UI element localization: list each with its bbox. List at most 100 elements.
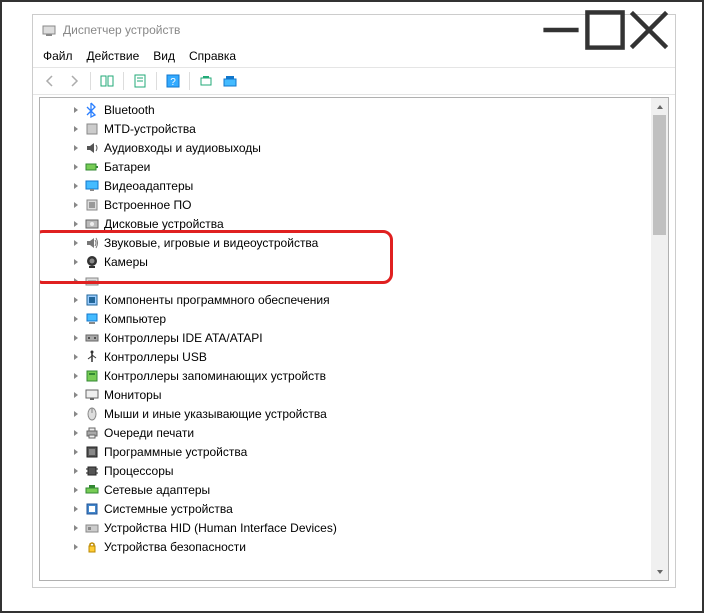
tree-item-label: Контроллеры IDE ATA/ATAPI: [104, 331, 263, 345]
tree-item[interactable]: Мониторы: [40, 385, 651, 404]
tree-item[interactable]: Процессоры: [40, 461, 651, 480]
bluetooth-icon: [84, 102, 100, 118]
expand-icon[interactable]: [70, 484, 82, 496]
tree-item[interactable]: Дисковые устройства: [40, 214, 651, 233]
svg-text:?: ?: [170, 77, 176, 88]
storage-icon: [84, 368, 100, 384]
titlebar[interactable]: Диспетчер устройств: [33, 15, 675, 45]
expand-icon[interactable]: [70, 123, 82, 135]
expand-icon[interactable]: [70, 199, 82, 211]
tree-item[interactable]: Видеоадаптеры: [40, 176, 651, 195]
show-hide-console-button[interactable]: [96, 70, 118, 92]
tree-item[interactable]: Bluetooth: [40, 100, 651, 119]
computer-icon: [84, 311, 100, 327]
tree-item[interactable]: Устройства безопасности: [40, 537, 651, 556]
expand-icon[interactable]: [70, 370, 82, 382]
tree-item-label: Мыши и иные указывающие устройства: [104, 407, 327, 421]
tree-item[interactable]: Батареи: [40, 157, 651, 176]
vertical-scrollbar[interactable]: [651, 98, 668, 580]
close-button[interactable]: [627, 16, 671, 44]
tree-panel: Bluetooth MTD-устройства Аудиовходы и ауди…: [39, 97, 669, 581]
expand-icon[interactable]: [70, 294, 82, 306]
tree-item[interactable]: Встроенное ПО: [40, 195, 651, 214]
expand-icon[interactable]: [70, 541, 82, 553]
tree-item-label: Программные устройства: [104, 445, 247, 459]
expand-icon[interactable]: [70, 275, 82, 287]
expand-icon[interactable]: [70, 446, 82, 458]
display-icon: [84, 178, 100, 194]
toolbar-separator: [189, 72, 190, 90]
expand-icon[interactable]: [70, 332, 82, 344]
properties-button[interactable]: [129, 70, 151, 92]
swdev-icon: [84, 444, 100, 460]
tree-item[interactable]: Контроллеры IDE ATA/ATAPI: [40, 328, 651, 347]
tree-item[interactable]: [40, 271, 651, 290]
tree-item[interactable]: Контроллеры запоминающих устройств: [40, 366, 651, 385]
tree-item[interactable]: Программные устройства: [40, 442, 651, 461]
tree-item[interactable]: Устройства HID (Human Interface Devices): [40, 518, 651, 537]
expand-icon[interactable]: [70, 218, 82, 230]
keyboard-icon: [84, 273, 100, 289]
tree-item[interactable]: Камеры: [40, 252, 651, 271]
add-legacy-hardware-button[interactable]: [219, 70, 241, 92]
menu-file[interactable]: Файл: [43, 49, 73, 63]
device-tree[interactable]: Bluetooth MTD-устройства Аудиовходы и ауди…: [40, 98, 651, 580]
tree-item-label: Компьютер: [104, 312, 166, 326]
network-icon: [84, 482, 100, 498]
expand-icon[interactable]: [70, 522, 82, 534]
tree-item[interactable]: Системные устройства: [40, 499, 651, 518]
tree-item[interactable]: Компьютер: [40, 309, 651, 328]
toolbar: ?: [33, 67, 675, 95]
menu-action[interactable]: Действие: [87, 49, 140, 63]
expand-icon[interactable]: [70, 427, 82, 439]
tree-item[interactable]: Очереди печати: [40, 423, 651, 442]
minimize-button[interactable]: [539, 16, 583, 44]
toolbar-separator: [156, 72, 157, 90]
scan-hardware-button[interactable]: [195, 70, 217, 92]
tree-item[interactable]: Аудиовходы и аудиовыходы: [40, 138, 651, 157]
menu-view[interactable]: Вид: [153, 49, 175, 63]
expand-icon[interactable]: [70, 256, 82, 268]
expand-icon[interactable]: [70, 161, 82, 173]
forward-button[interactable]: [63, 70, 85, 92]
help-button[interactable]: ?: [162, 70, 184, 92]
maximize-button[interactable]: [583, 16, 627, 44]
tree-item-label: Сетевые адаптеры: [104, 483, 210, 497]
expand-icon[interactable]: [70, 104, 82, 116]
audio-icon: [84, 140, 100, 156]
expand-icon[interactable]: [70, 313, 82, 325]
tree-item-label: Аудиовходы и аудиовыходы: [104, 141, 261, 155]
expand-icon[interactable]: [70, 142, 82, 154]
tree-item[interactable]: Звуковые, игровые и видеоустройства: [40, 233, 651, 252]
usb-icon: [84, 349, 100, 365]
scroll-up-button[interactable]: [651, 98, 668, 115]
tree-item[interactable]: Контроллеры USB: [40, 347, 651, 366]
sound-icon: [84, 235, 100, 251]
expand-icon[interactable]: [70, 237, 82, 249]
tree-item[interactable]: Сетевые адаптеры: [40, 480, 651, 499]
printer-icon: [84, 425, 100, 441]
expand-icon[interactable]: [70, 408, 82, 420]
back-button[interactable]: [39, 70, 61, 92]
scroll-down-button[interactable]: [651, 563, 668, 580]
menu-help[interactable]: Справка: [189, 49, 236, 63]
tree-item[interactable]: MTD-устройства: [40, 119, 651, 138]
expand-icon[interactable]: [70, 389, 82, 401]
tree-item-label: Bluetooth: [104, 103, 155, 117]
tree-item[interactable]: Компоненты программного обеспечения: [40, 290, 651, 309]
tree-item-label: Устройства HID (Human Interface Devices): [104, 521, 337, 535]
ide-icon: [84, 330, 100, 346]
tree-item-label: Камеры: [104, 255, 148, 269]
tree-item[interactable]: Мыши и иные указывающие устройства: [40, 404, 651, 423]
expand-icon[interactable]: [70, 180, 82, 192]
expand-icon[interactable]: [70, 465, 82, 477]
expand-icon[interactable]: [70, 503, 82, 515]
security-icon: [84, 539, 100, 555]
firmware-icon: [84, 197, 100, 213]
expand-icon[interactable]: [70, 351, 82, 363]
tree-item-label: Процессоры: [104, 464, 174, 478]
scroll-track[interactable]: [651, 115, 668, 563]
scroll-thumb[interactable]: [653, 115, 666, 235]
tree-item-label: Батареи: [104, 160, 150, 174]
tree-item-label: MTD-устройства: [104, 122, 196, 136]
